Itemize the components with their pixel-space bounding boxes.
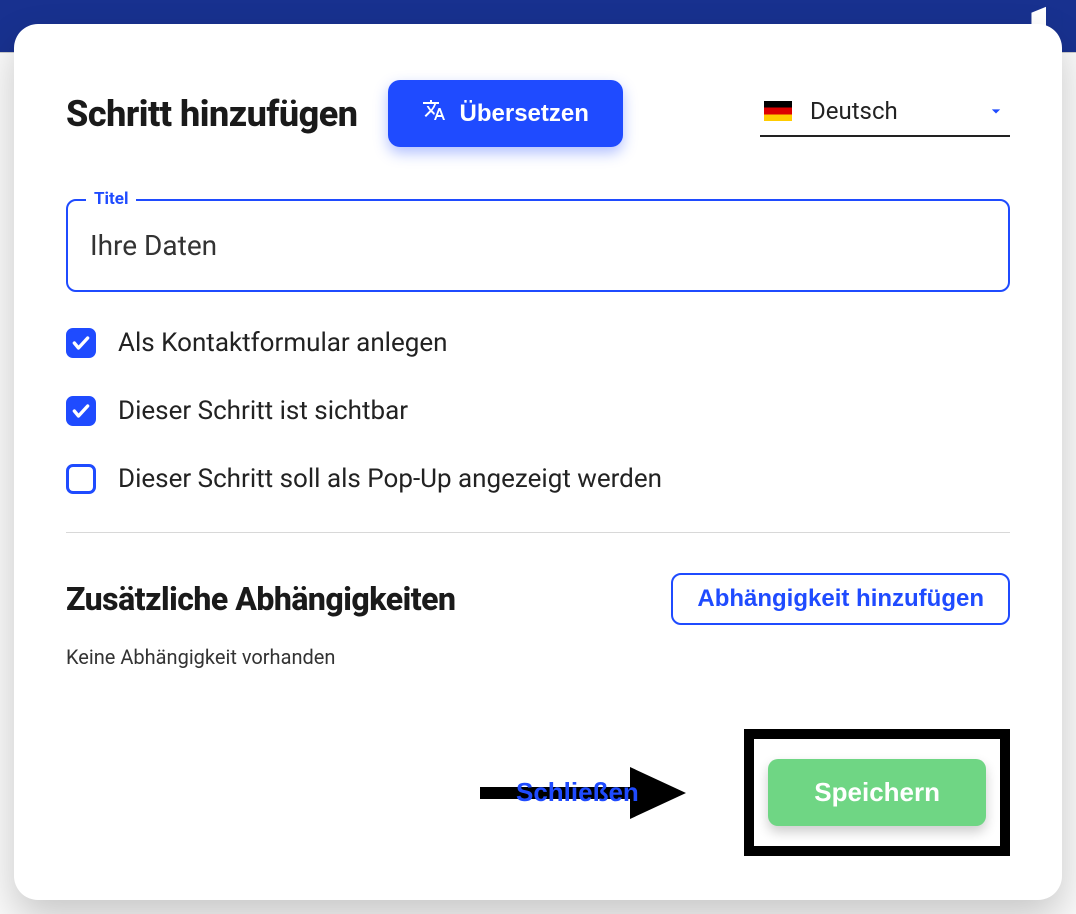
checkbox-contact-form: Als Kontaktformular anlegen	[66, 328, 1010, 358]
translate-button-label: Übersetzen	[460, 100, 589, 128]
translate-button[interactable]: Übersetzen	[388, 80, 623, 147]
translate-icon	[422, 98, 446, 129]
modal-header: Schritt hinzufügen Übersetzen Deutsch	[66, 80, 1010, 147]
save-button[interactable]: Speichern	[768, 759, 986, 826]
checkbox-popup: Dieser Schritt soll als Pop-Up angezeigt…	[66, 464, 1010, 494]
chevron-down-icon	[986, 101, 1006, 121]
dependencies-title: Zusätzliche Abhängigkeiten	[66, 580, 456, 618]
dependencies-header: Zusätzliche Abhängigkeiten Abhängigkeit …	[66, 573, 1010, 625]
checkbox-contact-form-box[interactable]	[66, 328, 96, 358]
title-field-legend: Titel	[86, 189, 136, 209]
checkbox-visible: Dieser Schritt ist sichtbar	[66, 396, 1010, 426]
close-button[interactable]: Schließen	[496, 763, 659, 822]
modal-title: Schritt hinzufügen	[66, 93, 358, 135]
checkbox-popup-box[interactable]	[66, 464, 96, 494]
add-step-modal: Schritt hinzufügen Übersetzen Deutsch Ti…	[14, 24, 1062, 900]
checkbox-visible-box[interactable]	[66, 396, 96, 426]
language-label: Deutsch	[810, 97, 898, 125]
dependencies-empty-text: Keine Abhängigkeit vorhanden	[66, 645, 1010, 669]
modal-footer: Schließen Speichern	[66, 729, 1010, 856]
checkbox-contact-form-label: Als Kontaktformular anlegen	[118, 328, 448, 358]
annotation-highlight-frame: Speichern	[744, 729, 1010, 856]
title-input[interactable]	[90, 211, 986, 280]
language-select[interactable]: Deutsch	[760, 91, 1010, 137]
flag-de-icon	[764, 101, 792, 121]
checkbox-popup-label: Dieser Schritt soll als Pop-Up angezeigt…	[118, 464, 662, 494]
divider	[66, 532, 1010, 533]
title-field: Titel	[66, 199, 1010, 292]
add-dependency-button[interactable]: Abhängigkeit hinzufügen	[671, 573, 1010, 625]
checkbox-visible-label: Dieser Schritt ist sichtbar	[118, 396, 408, 426]
